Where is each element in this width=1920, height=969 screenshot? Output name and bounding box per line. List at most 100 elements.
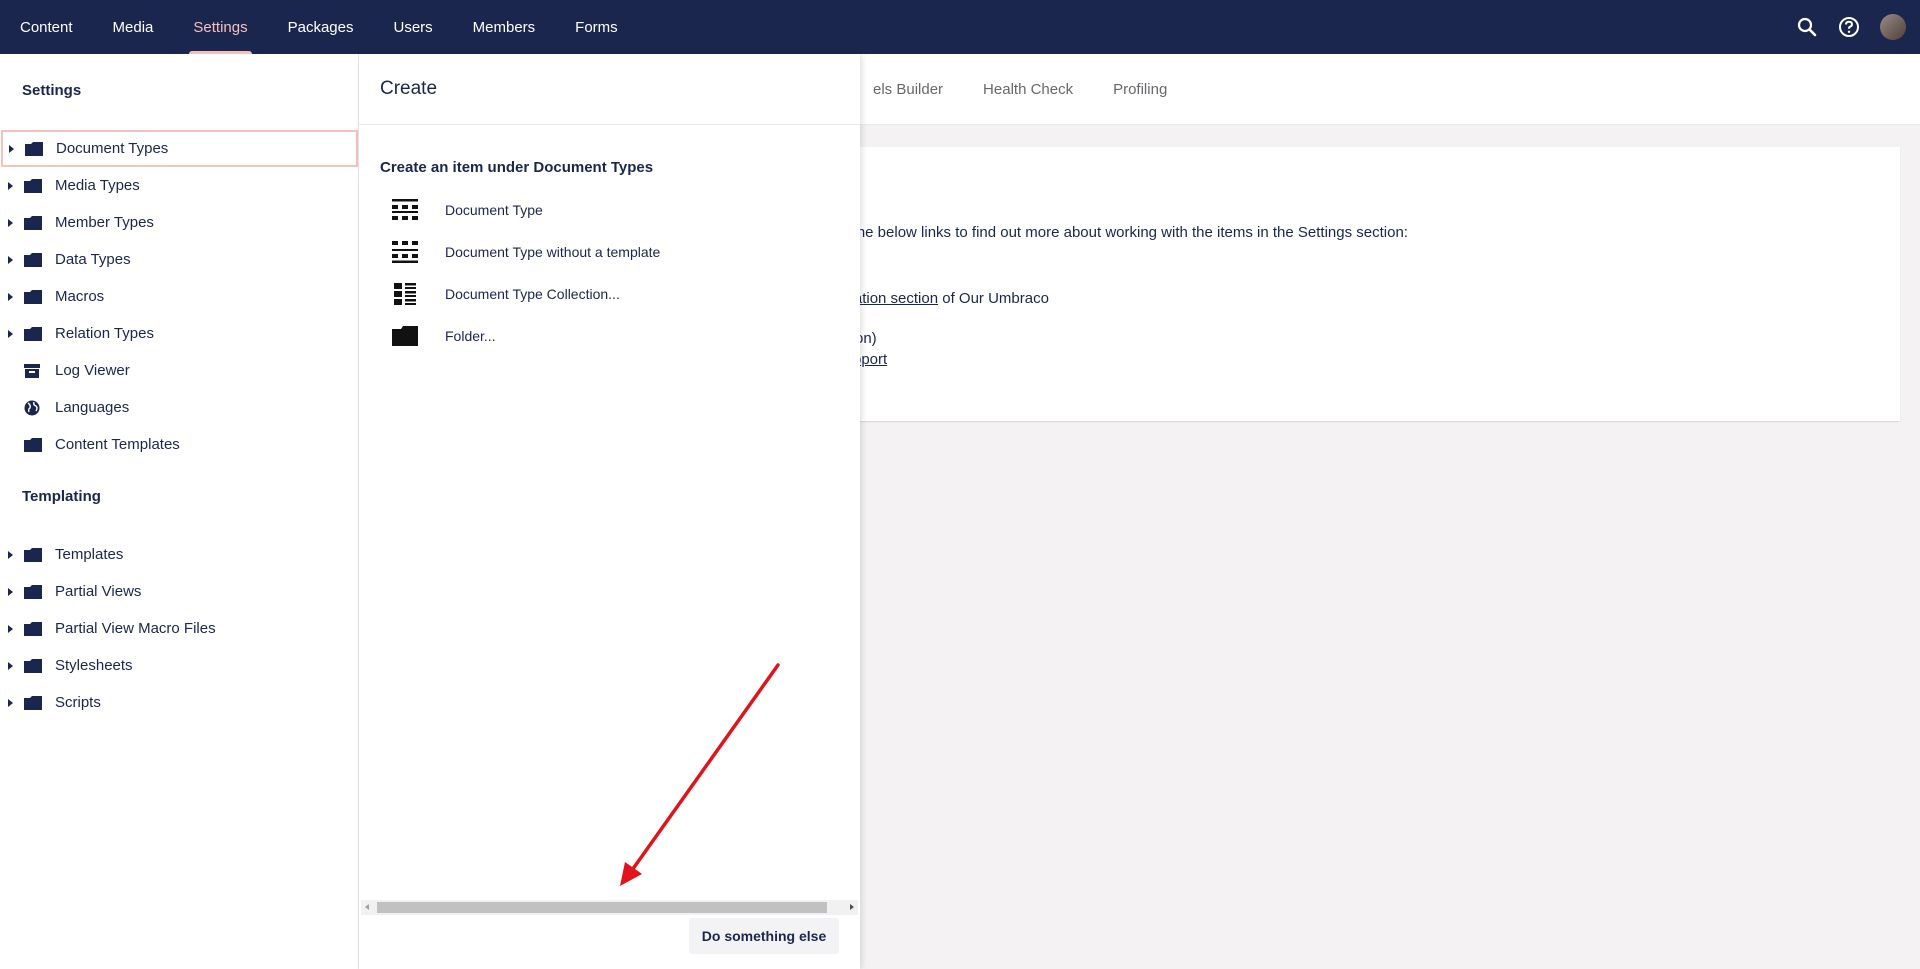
create-panel-title: Create — [380, 78, 438, 99]
tree-item-partial-views[interactable]: Partial Views — [0, 573, 359, 610]
search-icon[interactable] — [1796, 16, 1818, 38]
tree-item-label: Relation Types — [55, 325, 154, 342]
create-document-type-collection[interactable]: Document Type Collection... — [359, 274, 860, 314]
tree-item-scripts[interactable]: Scripts — [0, 684, 359, 721]
folder-icon — [24, 658, 42, 673]
section-nav: Content Media Settings Packages Users Me… — [0, 0, 638, 54]
folder-icon — [24, 215, 42, 230]
expand-caret-icon[interactable] — [8, 550, 13, 559]
folder-icon — [24, 695, 42, 710]
folder-icon — [24, 289, 42, 304]
tree-item-stylesheets[interactable]: Stylesheets — [0, 647, 359, 684]
tree-item-content-templates[interactable]: Content Templates — [0, 426, 359, 463]
create-panel-header: Create — [359, 54, 860, 125]
nav-media[interactable]: Media — [93, 0, 174, 54]
scroll-right-icon[interactable] — [850, 904, 854, 910]
tree-item-label: Member Types — [55, 214, 154, 231]
create-item-label: Folder... — [445, 328, 496, 344]
nav-members[interactable]: Members — [453, 0, 556, 54]
create-folder[interactable]: Folder... — [359, 316, 860, 356]
tree-item-label: Partial Views — [55, 583, 142, 600]
tree-item-partial-view-macro-files[interactable]: Partial View Macro Files — [0, 610, 359, 647]
archive-icon — [24, 363, 42, 378]
expand-caret-icon[interactable] — [8, 698, 13, 707]
nav-forms[interactable]: Forms — [555, 0, 638, 54]
user-avatar[interactable] — [1880, 14, 1906, 40]
tree-item-label: Media Types — [55, 177, 140, 194]
expand-caret-icon[interactable] — [9, 144, 14, 153]
expand-caret-icon[interactable] — [8, 661, 13, 670]
tree-item-label: Document Types — [56, 140, 169, 157]
tree-item-label: Data Types — [55, 251, 131, 268]
expand-caret-icon[interactable] — [8, 329, 13, 338]
folder-icon — [24, 252, 42, 267]
create-panel-subtitle: Create an item under Document Types — [380, 159, 654, 176]
card-docs-suffix: of Our Umbraco — [938, 290, 1049, 307]
tree-item-label: Languages — [55, 399, 130, 416]
expand-caret-icon[interactable] — [8, 624, 13, 633]
scrollbar-thumb[interactable] — [377, 902, 827, 913]
create-item-label: Document Type — [445, 202, 543, 218]
tree-item-templates[interactable]: Templates — [0, 536, 359, 573]
tree-item-languages[interactable]: Languages — [0, 389, 359, 426]
templating-tree: Templates Partial Views Partial View Mac… — [0, 536, 359, 721]
expand-caret-icon[interactable] — [8, 587, 13, 596]
tree-item-label: Templates — [55, 546, 124, 563]
tree-item-label: Content Templates — [55, 436, 180, 453]
do-something-else-button[interactable]: Do something else — [689, 918, 839, 954]
tree-item-label: Log Viewer — [55, 362, 130, 379]
card-docs-line: entation section of Our Umbraco — [833, 290, 1049, 307]
help-icon[interactable] — [1838, 16, 1860, 38]
tree-item-member-types[interactable]: Member Types — [0, 204, 359, 241]
expand-caret-icon[interactable] — [8, 255, 13, 264]
create-document-type[interactable]: Document Type — [359, 190, 860, 230]
dashboard-tabs: els Builder Health Check Profiling — [873, 54, 1207, 125]
tree-item-label: Partial View Macro Files — [55, 620, 216, 637]
dashboard-welcome-card: v the below links to find out more about… — [833, 147, 1900, 421]
folder-icon — [25, 141, 43, 156]
globe-icon — [24, 400, 42, 415]
nav-users[interactable]: Users — [373, 0, 452, 54]
card-intro-text: v the below links to find out more about… — [841, 224, 1408, 241]
tab-models-builder[interactable]: els Builder — [873, 81, 943, 98]
folder-icon — [24, 584, 42, 599]
tree-item-document-types[interactable]: Document Types — [1, 130, 358, 167]
nav-settings[interactable]: Settings — [173, 0, 267, 54]
folder-icon — [24, 326, 42, 341]
tree-item-label: Macros — [55, 288, 105, 305]
folder-icon — [391, 324, 419, 348]
tree-item-log-viewer[interactable]: Log Viewer — [0, 352, 359, 389]
create-panel: Create Create an item under Document Typ… — [359, 54, 860, 969]
document-type-icon — [391, 240, 419, 264]
tab-profiling[interactable]: Profiling — [1113, 81, 1167, 98]
top-navigation-bar: Content Media Settings Packages Users Me… — [0, 0, 1920, 54]
templating-tree-title: Templating — [22, 488, 101, 505]
expand-caret-icon[interactable] — [8, 218, 13, 227]
tab-health-check[interactable]: Health Check — [983, 81, 1073, 98]
expand-caret-icon[interactable] — [8, 292, 13, 301]
tree-item-macros[interactable]: Macros — [0, 278, 359, 315]
create-item-label: Document Type Collection... — [445, 286, 620, 302]
scroll-left-icon[interactable] — [365, 904, 369, 910]
settings-tree: Document Types Media Types Member Types … — [0, 130, 359, 463]
tree-item-media-types[interactable]: Media Types — [0, 167, 359, 204]
folder-icon — [24, 621, 42, 636]
tree-item-label: Scripts — [55, 694, 101, 711]
tree-item-label: Stylesheets — [55, 657, 133, 674]
nav-content[interactable]: Content — [0, 0, 93, 54]
tree-item-data-types[interactable]: Data Types — [0, 241, 359, 278]
section-tree: Settings Document Types Media Types Memb… — [0, 54, 359, 969]
settings-tree-title: Settings — [22, 82, 82, 99]
header-tools — [1796, 0, 1920, 54]
folder-icon — [24, 178, 42, 193]
tree-item-relation-types[interactable]: Relation Types — [0, 315, 359, 352]
create-item-label: Document Type without a template — [445, 244, 661, 260]
folder-icon — [24, 437, 42, 452]
document-type-icon — [391, 198, 419, 222]
horizontal-scrollbar[interactable] — [361, 900, 858, 915]
collection-icon — [391, 282, 419, 306]
create-document-type-without-template[interactable]: Document Type without a template — [359, 232, 860, 272]
nav-packages[interactable]: Packages — [268, 0, 374, 54]
folder-icon — [24, 547, 42, 562]
expand-caret-icon[interactable] — [8, 181, 13, 190]
